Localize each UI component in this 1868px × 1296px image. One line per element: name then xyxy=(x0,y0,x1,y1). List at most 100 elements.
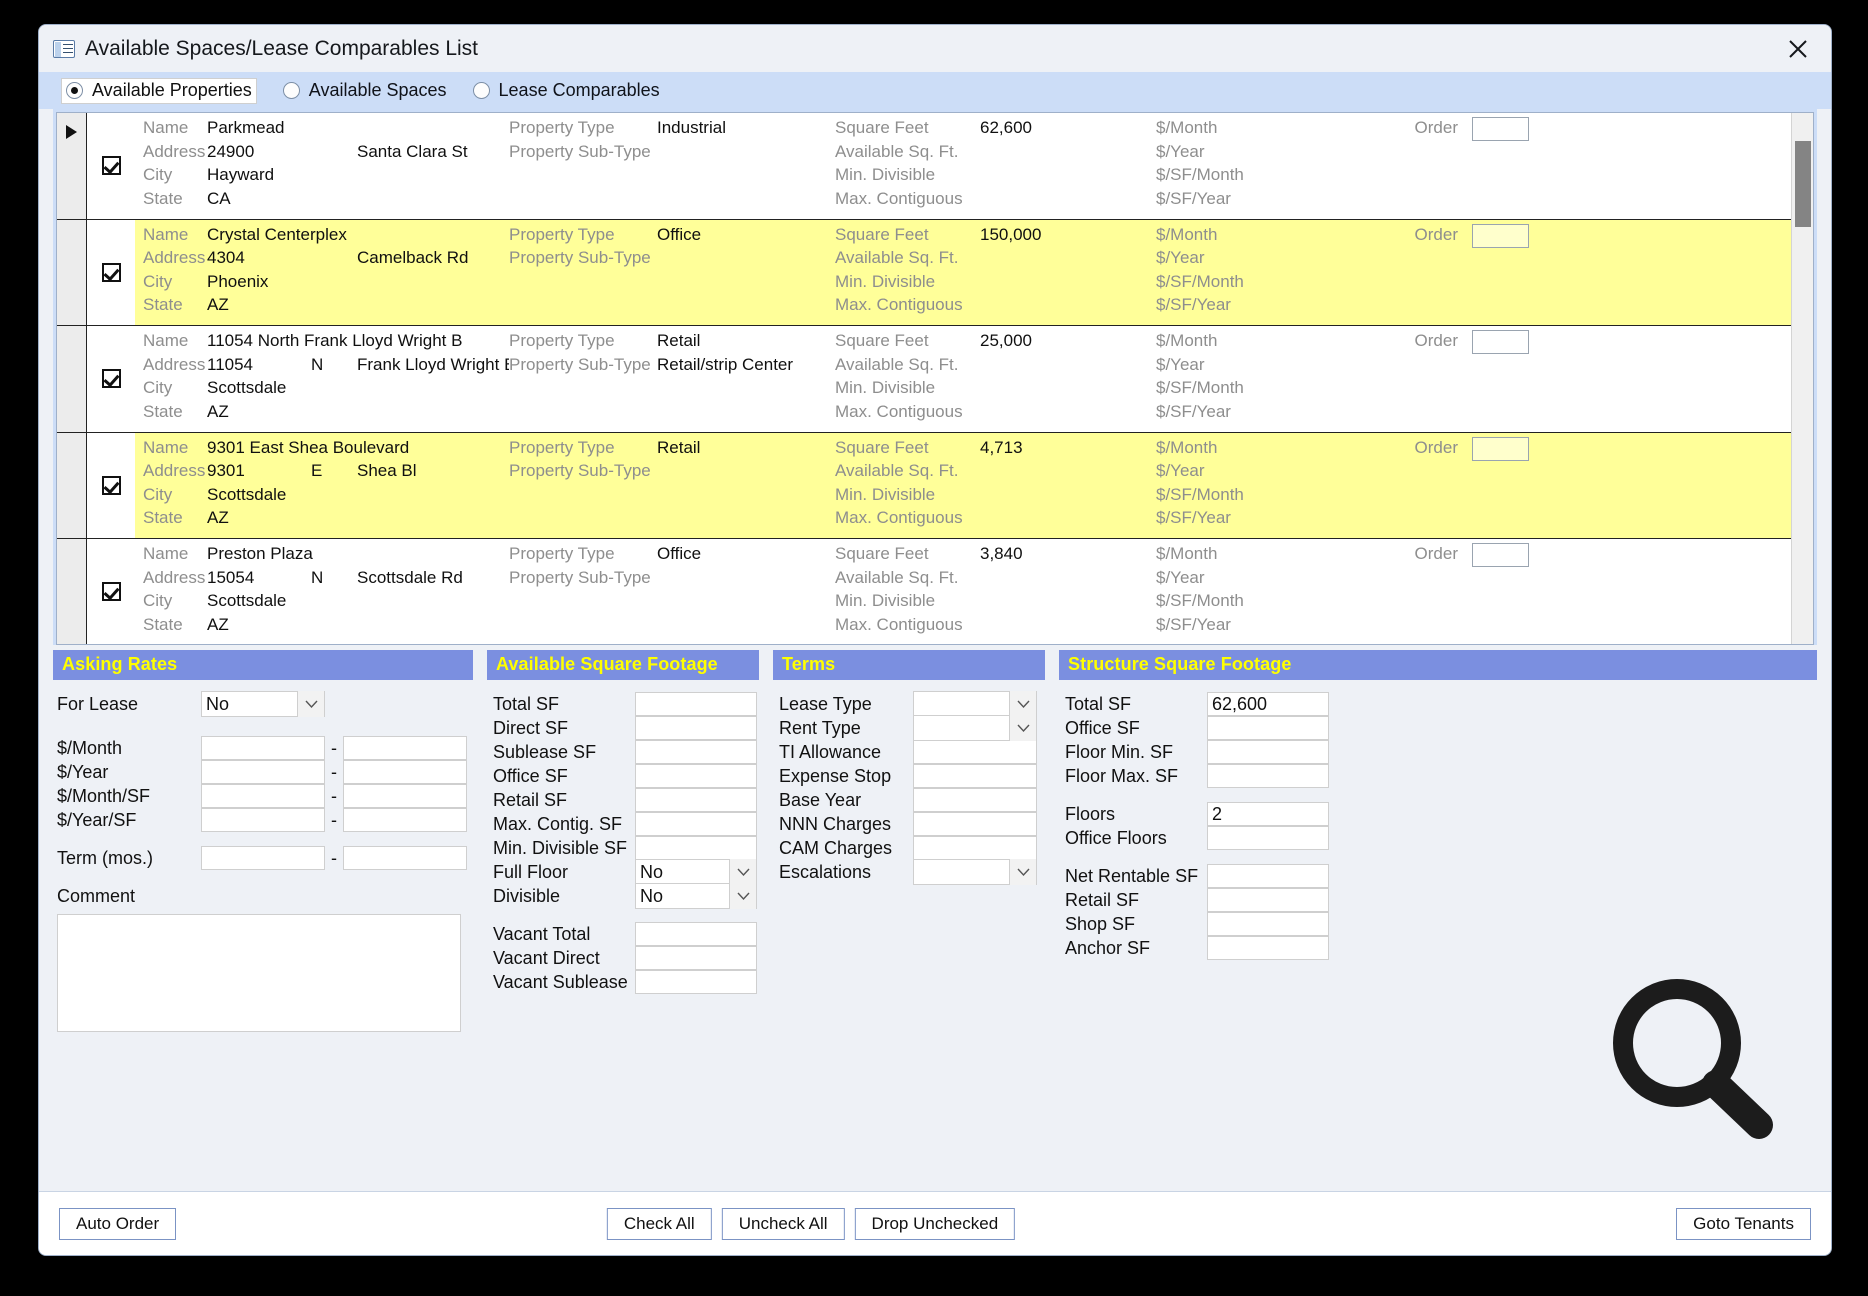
field-anchor-sf-input[interactable] xyxy=(1207,936,1329,960)
view-mode-radio-group: Available Properties Available Spaces Le… xyxy=(39,72,1831,109)
field-label: Office Floors xyxy=(1065,827,1167,848)
field-expense-stop-input[interactable] xyxy=(913,764,1037,788)
order-input[interactable] xyxy=(1472,223,1529,248)
field-net-rentable-sf-input[interactable] xyxy=(1207,864,1329,888)
term-from-input[interactable] xyxy=(201,846,325,870)
field-lease-type-select[interactable] xyxy=(913,691,1037,717)
value-state: CA xyxy=(207,188,231,208)
field-vacant-total-input[interactable] xyxy=(635,922,757,946)
table-row[interactable]: Name Address City State Crystal Centerplex 43… xyxy=(57,219,1791,326)
field-divisible: Divisible No xyxy=(493,883,759,909)
radio-available-spaces[interactable]: Available Spaces xyxy=(282,80,447,101)
per-year-sf-to-input[interactable] xyxy=(343,808,467,832)
field-shop-sf-input[interactable] xyxy=(1207,912,1329,936)
field-column: Name Address City State xyxy=(135,329,207,432)
row-selector-gutter[interactable] xyxy=(57,539,87,644)
field-label: Direct SF xyxy=(493,717,569,738)
field-min-divisible-sf-input[interactable] xyxy=(635,836,757,860)
field-nnn-charges-input[interactable] xyxy=(913,812,1037,836)
row-selector-gutter[interactable] xyxy=(57,219,87,325)
per-month-sf-to-input[interactable] xyxy=(343,784,467,808)
row-selector-gutter[interactable] xyxy=(57,113,87,219)
order-input[interactable] xyxy=(1472,330,1529,354)
table-row[interactable]: Name Address City State 9301 East Shea Boule… xyxy=(57,432,1791,539)
range-separator: - xyxy=(331,847,337,868)
label-blank2 xyxy=(509,187,657,211)
field-vacant-sublease-input[interactable] xyxy=(635,970,757,994)
per-year-sf-from-input[interactable] xyxy=(201,808,325,832)
term-to-input[interactable] xyxy=(343,846,467,870)
field-floors-input[interactable]: 2 xyxy=(1207,802,1329,826)
row-checkbox[interactable] xyxy=(101,369,121,389)
field-office-sf-input[interactable] xyxy=(635,764,757,788)
value-spacer2 xyxy=(357,163,509,187)
field-retail-sf-input[interactable] xyxy=(1207,888,1329,912)
field-cam-charges-input[interactable] xyxy=(913,836,1037,860)
value-name-cont xyxy=(311,223,357,247)
field-floor-max-sf-input[interactable] xyxy=(1207,764,1329,788)
property-grid: Name Address City State Parkmead 24900 Hayward… xyxy=(56,112,1814,645)
label-min-divisible: Min. Divisible xyxy=(835,165,936,185)
grid-vertical-scrollbar[interactable] xyxy=(1791,113,1813,644)
field-direct-sf-input[interactable] xyxy=(635,716,757,740)
field-rent-type: Rent Type xyxy=(779,715,1045,741)
per-month-sf-from-input[interactable] xyxy=(201,784,325,808)
check-all-button[interactable]: Check All xyxy=(606,1207,712,1240)
scrollbar-thumb[interactable] xyxy=(1795,141,1811,227)
per-month-from-input[interactable] xyxy=(201,736,325,760)
for-lease-select[interactable]: No xyxy=(201,691,325,717)
field-cam-charges: CAM Charges xyxy=(779,836,1045,860)
field-office-sf: Office SF xyxy=(1065,716,1817,740)
per-year-from-input[interactable] xyxy=(201,760,325,784)
field-ti-allowance-input[interactable] xyxy=(913,740,1037,764)
per-year-to-input[interactable] xyxy=(343,760,467,784)
field-vacant-total: Vacant Total xyxy=(493,922,759,946)
field-label: Vacant Direct xyxy=(493,947,600,968)
select-value: No xyxy=(640,861,664,882)
field-floor-min-sf-input[interactable] xyxy=(1207,740,1329,764)
label-city: City xyxy=(143,484,173,504)
field-retail-sf-input[interactable] xyxy=(635,788,757,812)
goto-tenants-button[interactable]: Goto Tenants xyxy=(1676,1207,1811,1240)
per-month-to-input[interactable] xyxy=(343,736,467,760)
close-icon[interactable] xyxy=(1779,32,1817,66)
row-selector-gutter[interactable] xyxy=(57,432,87,538)
row-checkbox[interactable] xyxy=(101,156,121,176)
drop-unchecked-button[interactable]: Drop Unchecked xyxy=(854,1207,1016,1240)
field-base-year-input[interactable] xyxy=(913,788,1037,812)
value-blank1 xyxy=(657,483,835,507)
table-row[interactable]: Name Address City State Parkmead 24900 Hayward… xyxy=(57,113,1791,220)
table-row[interactable]: Name Address City State 11054 North Frank Ll… xyxy=(57,326,1791,433)
order-input[interactable] xyxy=(1472,117,1529,141)
field-rent-type-select[interactable] xyxy=(913,715,1037,741)
order-input[interactable] xyxy=(1472,436,1529,461)
value-street-direction xyxy=(311,140,357,164)
field-column: 3,840 xyxy=(980,542,1156,644)
field-office-sf-input[interactable] xyxy=(1207,716,1329,740)
field-vacant-direct-input[interactable] xyxy=(635,946,757,970)
comment-textarea[interactable] xyxy=(57,914,461,1032)
label-per-sf-year: $/SF/Year xyxy=(1156,401,1231,421)
field-divisible-select[interactable]: No xyxy=(635,883,757,909)
radio-available-properties[interactable]: Available Properties xyxy=(61,77,257,104)
order-input[interactable] xyxy=(1472,543,1529,567)
value-city: Scottsdale xyxy=(207,591,287,611)
grid-rows: Name Address City State Parkmead 24900 Hayward… xyxy=(57,113,1791,644)
field-office-floors-input[interactable] xyxy=(1207,826,1329,850)
field-max-contig-sf-input[interactable] xyxy=(635,812,757,836)
row-checkbox[interactable] xyxy=(101,475,121,495)
field-column: $/Month $/Year $/SF/Month $/SF/Year xyxy=(1156,116,1396,219)
field-full-floor-select[interactable]: No xyxy=(635,859,757,885)
row-selector-gutter[interactable] xyxy=(57,326,87,432)
field-label: Escalations xyxy=(779,861,872,882)
row-checkbox[interactable] xyxy=(101,582,121,602)
field-sublease-sf-input[interactable] xyxy=(635,740,757,764)
radio-lease-comparables[interactable]: Lease Comparables xyxy=(472,80,660,101)
auto-order-button[interactable]: Auto Order xyxy=(59,1207,177,1240)
row-checkbox[interactable] xyxy=(101,262,121,282)
field-escalations-select[interactable] xyxy=(913,859,1037,885)
field-total-sf-input[interactable]: 62,600 xyxy=(1207,692,1329,716)
field-total-sf-input[interactable] xyxy=(635,692,757,716)
uncheck-all-button[interactable]: Uncheck All xyxy=(721,1207,845,1240)
table-row[interactable]: Name Address City State Preston Plaza 15054 Sc… xyxy=(57,539,1791,644)
